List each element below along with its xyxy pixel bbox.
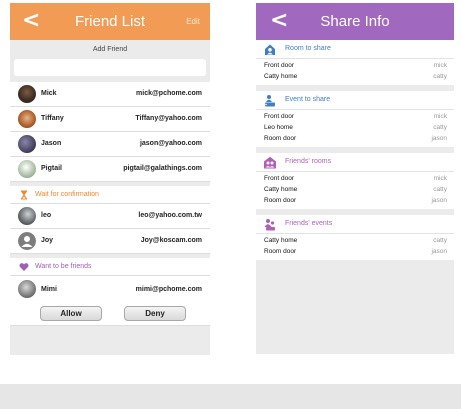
friend-email: Tiffany@yahoo.com xyxy=(135,115,202,122)
group-header[interactable]: Friends' events xyxy=(256,215,454,234)
share-row-name: Room door xyxy=(264,248,297,255)
room-icon xyxy=(265,44,275,55)
share-row-owner: jason xyxy=(431,135,447,142)
share-row[interactable]: Front door mick xyxy=(256,112,454,123)
share-info-header: < Share Info xyxy=(256,3,454,40)
group-label: Event to share xyxy=(285,96,331,103)
friend-name: Mimi xyxy=(41,286,57,293)
want-friends-label: Want to be friends xyxy=(35,263,92,270)
share-row-name: Front door xyxy=(264,62,294,69)
avatar xyxy=(18,135,36,153)
share-row-name: Catty home xyxy=(264,237,298,244)
room-to-share-group: Room to share Front door mick Catty home… xyxy=(256,40,454,85)
avatar xyxy=(18,280,36,298)
share-row[interactable]: Room door jason xyxy=(256,134,454,145)
share-row[interactable]: Leo home catty xyxy=(256,123,454,134)
page-title: Friend List xyxy=(74,13,146,30)
group-label: Friends' events xyxy=(285,220,333,227)
friend-email: jason@yahoo.com xyxy=(139,140,202,147)
friend-list-panel: < Friend List Edit Add Friend Mick mick@… xyxy=(10,3,210,355)
share-row-name: Front door xyxy=(264,175,294,182)
share-info-panel: < Share Info Room to share Front door mi… xyxy=(256,3,454,354)
friend-name: Tiffany xyxy=(41,115,64,122)
event-icon xyxy=(265,95,275,107)
share-row[interactable]: Room door jason xyxy=(256,196,454,207)
friend-email: pigtail@galathings.com xyxy=(123,165,202,172)
friends-rooms-group: Friends' rooms Front door mick Catty hom… xyxy=(256,153,454,209)
share-row-name: Leo home xyxy=(264,124,293,131)
friend-name: Joy xyxy=(41,237,54,244)
group-header[interactable]: Room to share xyxy=(256,40,454,59)
share-row[interactable]: Front door mick xyxy=(256,174,454,185)
bottom-band xyxy=(0,384,461,409)
wait-confirmation-label: Wait for confirmation xyxy=(35,191,99,198)
friend-list-header: < Friend List Edit xyxy=(10,3,210,40)
avatar xyxy=(18,160,36,178)
add-friend-input[interactable] xyxy=(14,59,206,76)
share-row[interactable]: Room door jason xyxy=(256,247,454,258)
share-row-owner: catty xyxy=(433,73,447,80)
share-row-owner: jason xyxy=(431,248,447,255)
friend-name: Pigtail xyxy=(41,165,63,172)
share-row[interactable]: Catty home catty xyxy=(256,72,454,83)
friend-email: leo@yahoo.com.tw xyxy=(138,212,202,219)
friend-name: Jason xyxy=(41,140,62,147)
user-placeholder-icon xyxy=(18,232,36,250)
friend-row[interactable]: Jason jason@yahoo.com xyxy=(10,132,210,157)
avatar xyxy=(18,85,36,103)
wait-confirmation-header: Wait for confirmation xyxy=(10,186,210,204)
share-row-owner: catty xyxy=(433,186,447,193)
allow-button[interactable]: Allow xyxy=(40,306,102,321)
friend-name: leo xyxy=(41,212,52,219)
group-header[interactable]: Friends' rooms xyxy=(256,153,454,172)
friends-events-group: Friends' events Catty home catty Room do… xyxy=(256,215,454,260)
friend-email: Joy@koscam.com xyxy=(140,237,202,244)
group-label: Friends' rooms xyxy=(285,158,332,165)
friends-events-icon xyxy=(264,219,275,231)
group-header[interactable]: Event to share xyxy=(256,91,454,110)
hourglass-icon xyxy=(21,190,27,200)
friend-name: Mick xyxy=(41,90,57,97)
share-row-name: Catty home xyxy=(264,73,298,80)
friend-row[interactable]: Pigtail pigtail@galathings.com xyxy=(10,157,210,182)
share-row[interactable]: Catty home catty xyxy=(256,185,454,196)
avatar xyxy=(18,110,36,128)
share-row-owner: mick xyxy=(433,175,447,182)
page-title: Share Info xyxy=(320,13,390,30)
share-row-owner: catty xyxy=(433,124,447,131)
share-row[interactable]: Catty home catty xyxy=(256,236,454,247)
event-to-share-group: Event to share Front door mick Leo home … xyxy=(256,91,454,147)
friend-row[interactable]: Tiffany Tiffany@yahoo.com xyxy=(10,107,210,132)
add-friend-label: Add Friend xyxy=(92,46,128,53)
friends-rooms-icon xyxy=(264,156,276,169)
request-row: Mimi mimi@pchome.com Allow Deny xyxy=(10,276,210,326)
share-row-owner: mick xyxy=(433,113,447,120)
share-row-owner: catty xyxy=(433,237,447,244)
avatar xyxy=(18,207,36,225)
pending-row[interactable]: Joy Joy@koscam.com xyxy=(10,229,210,254)
share-row-name: Room door xyxy=(264,135,297,142)
share-row[interactable]: Front door mick xyxy=(256,61,454,72)
friend-row[interactable]: Mick mick@pchome.com xyxy=(10,82,210,107)
deny-button[interactable]: Deny xyxy=(124,306,186,321)
share-row-name: Room door xyxy=(264,197,297,204)
friend-email: mimi@pchome.com xyxy=(135,286,202,293)
want-friends-header: Want to be friends xyxy=(10,258,210,276)
heart-icon xyxy=(19,263,29,271)
share-row-name: Front door xyxy=(264,113,294,120)
friend-email: mick@pchome.com xyxy=(136,90,202,97)
share-row-owner: jason xyxy=(431,197,447,204)
share-row-name: Catty home xyxy=(264,186,298,193)
edit-button[interactable]: Edit xyxy=(186,17,200,26)
group-label: Room to share xyxy=(285,45,331,52)
share-row-owner: mick xyxy=(433,62,447,69)
pending-row[interactable]: leo leo@yahoo.com.tw xyxy=(10,204,210,229)
